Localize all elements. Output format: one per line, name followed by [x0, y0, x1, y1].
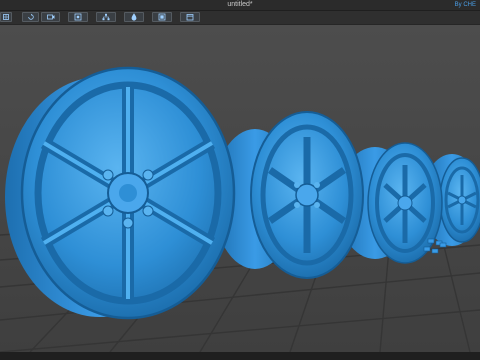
grid-icon: [3, 14, 9, 20]
calendar-button[interactable]: [180, 12, 200, 22]
grid-button[interactable]: [0, 12, 12, 22]
frame-icon: [158, 13, 166, 21]
rotate-icon: [27, 13, 34, 20]
structure-button[interactable]: [96, 12, 116, 22]
layers-icon: [74, 13, 82, 21]
title-bar: untitled* By CHE: [0, 0, 480, 11]
toolbar: [0, 11, 480, 25]
camera-button[interactable]: [41, 12, 60, 22]
wheel-front: [5, 66, 236, 320]
window-title: untitled*: [227, 1, 253, 8]
brand-label: By CHE: [454, 2, 476, 8]
structure-icon: [102, 13, 110, 21]
viewport-scene: [0, 25, 480, 353]
paint-button[interactable]: [124, 12, 144, 22]
paint-icon: [131, 13, 137, 21]
frame-button[interactable]: [152, 12, 172, 22]
status-bar: [0, 352, 480, 360]
rotate-button[interactable]: [22, 12, 39, 22]
layers-button[interactable]: [68, 12, 88, 22]
3d-viewport[interactable]: [0, 25, 480, 353]
calendar-icon: [186, 14, 194, 21]
camera-icon: [46, 14, 54, 20]
